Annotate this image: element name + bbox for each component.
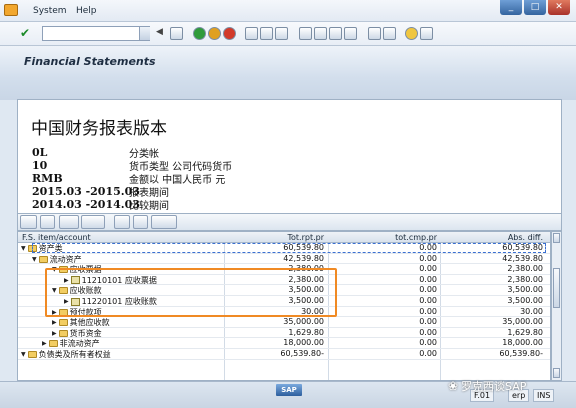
window-controls: _ □ ✕: [500, 0, 570, 16]
watermark: ❀ 罗克西谈SAP: [448, 379, 527, 393]
folder-icon: [58, 319, 68, 327]
alv-toolbar: [17, 213, 562, 231]
menu-bar: System Help _ □ ✕: [0, 0, 576, 22]
back-icon[interactable]: [193, 27, 206, 40]
header-key: 0L: [32, 146, 48, 159]
expand-icon[interactable]: [20, 215, 37, 229]
export-icon[interactable]: [133, 215, 148, 229]
minimize-icon[interactable]: _: [500, 0, 522, 15]
status-mode-field: INS: [533, 389, 555, 402]
row-selection-frame: [32, 243, 546, 253]
menu-system[interactable]: System: [33, 6, 67, 16]
history-back-icon[interactable]: ◀: [156, 27, 163, 37]
expand-triangle-icon[interactable]: ▼: [32, 256, 37, 263]
header-key: RMB: [32, 172, 63, 185]
print-icon[interactable]: [245, 27, 258, 40]
sap-logo: SAP: [276, 384, 302, 396]
collapsed-triangle-icon[interactable]: ▶: [52, 330, 57, 337]
wechat-icon: ❀: [448, 379, 459, 393]
last-page-icon[interactable]: [344, 27, 357, 40]
layout-icon[interactable]: [151, 215, 177, 229]
table-row[interactable]: ▼ 负债类及所有者权益 60,539.80- 0.00 60,539.80-: [18, 349, 550, 360]
help-icon[interactable]: [405, 27, 418, 40]
find-next-icon[interactable]: [275, 27, 288, 40]
column-header-rpt[interactable]: Tot.rpt.pr: [228, 233, 324, 242]
new-session-icon[interactable]: [368, 27, 381, 40]
close-icon[interactable]: ✕: [548, 0, 570, 15]
previous-page-icon[interactable]: [314, 27, 327, 40]
column-header-cmp[interactable]: tot.cmp.pr: [334, 233, 437, 242]
folder-icon: [38, 255, 48, 263]
save-icon[interactable]: [170, 27, 183, 40]
column-header-item[interactable]: F.S. item/account: [22, 233, 91, 242]
column-header-row: F.S. item/account Tot.rpt.pr tot.cmp.pr …: [18, 232, 550, 243]
table-row[interactable]: ▶ 其他应收款 35,000.00 0.00 35,000.00: [18, 317, 550, 328]
next-page-icon[interactable]: [329, 27, 342, 40]
filter-icon[interactable]: [81, 215, 105, 229]
expand-triangle-icon[interactable]: ▼: [21, 245, 26, 252]
expand-triangle-icon[interactable]: ▼: [21, 351, 26, 358]
find-icon[interactable]: [260, 27, 273, 40]
header-value: 比较期间: [129, 201, 169, 212]
folder-icon: [58, 329, 68, 337]
exit-icon[interactable]: [208, 27, 221, 40]
collapsed-triangle-icon[interactable]: ▶: [42, 340, 47, 347]
scroll-thumb[interactable]: [553, 268, 560, 308]
command-dropdown-icon[interactable]: [139, 27, 150, 40]
table-row[interactable]: ▶ 非流动资产 18,000.00 0.00 18,000.00: [18, 338, 550, 349]
folder-icon: [48, 340, 58, 348]
command-field[interactable]: [42, 26, 150, 41]
page-title: Financial Statements: [24, 55, 156, 68]
table-row[interactable]: ▶ 货币资金 1,629.80 0.00 1,629.80: [18, 328, 550, 339]
standard-toolbar: ✔ ◀: [0, 22, 576, 46]
enter-check-icon[interactable]: ✔: [20, 26, 30, 40]
column-header-diff[interactable]: Abs. diff.: [443, 233, 543, 242]
menu-help[interactable]: Help: [76, 6, 97, 16]
sort-icon[interactable]: [59, 215, 79, 229]
header-key: 10: [32, 159, 48, 172]
cancel-icon[interactable]: [223, 27, 236, 40]
vertical-scrollbar[interactable]: [551, 231, 562, 381]
scroll-up-icon[interactable]: [553, 233, 560, 243]
report-title: 中国财务报表版本: [31, 119, 167, 139]
folder-icon: [27, 351, 37, 358]
customize-layout-icon[interactable]: [420, 27, 433, 40]
highlight-box: [45, 268, 337, 317]
first-page-icon[interactable]: [299, 27, 312, 40]
table-row[interactable]: ▼ 流动资产 42,539.80 0.00 42,539.80: [18, 254, 550, 265]
collapse-icon[interactable]: [40, 215, 55, 229]
print-preview-icon[interactable]: [114, 215, 130, 229]
shortcut-icon[interactable]: [383, 27, 396, 40]
sap-menu-icon[interactable]: [4, 4, 18, 16]
scroll-down-icon[interactable]: [553, 368, 560, 378]
maximize-icon[interactable]: □: [524, 0, 546, 15]
collapsed-triangle-icon[interactable]: ▶: [52, 319, 57, 326]
header-key: 2015.03 -2015.03: [32, 185, 140, 198]
header-key: 2014.03 -2014.03: [32, 198, 140, 211]
